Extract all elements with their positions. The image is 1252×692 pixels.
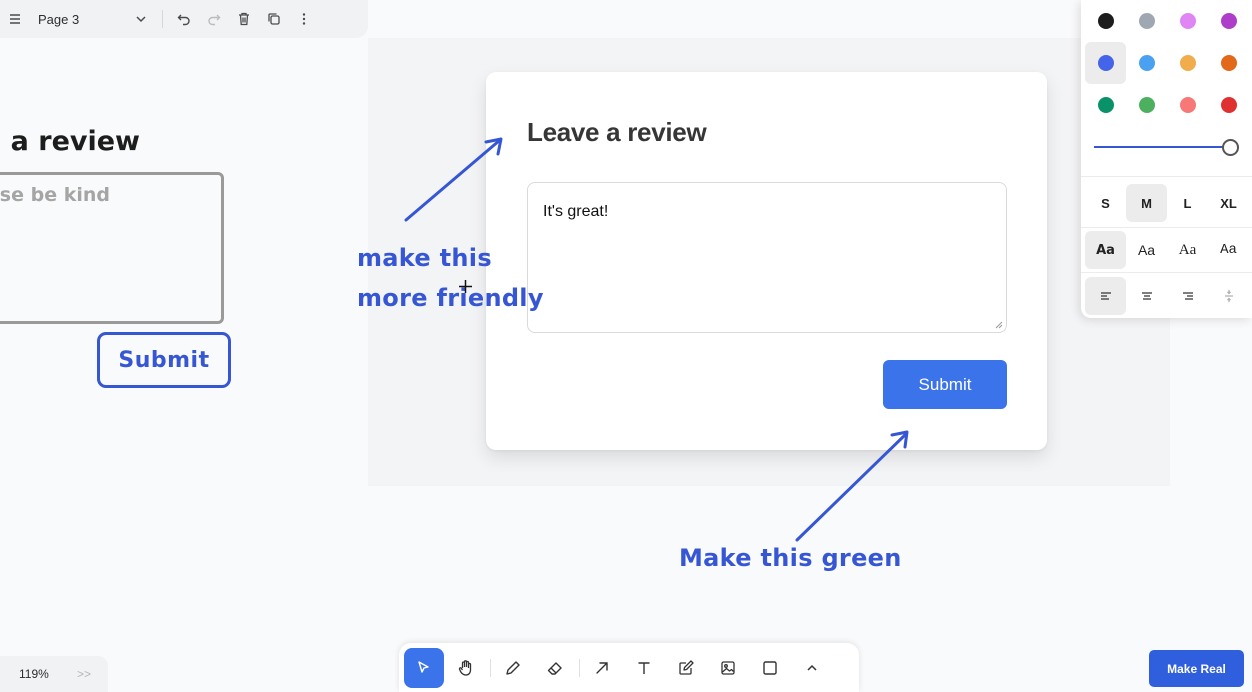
- color-swatch-light-blue[interactable]: [1126, 42, 1167, 84]
- color-swatch-red[interactable]: [1208, 84, 1249, 126]
- color-swatch-blue[interactable]: [1085, 42, 1126, 84]
- color-swatch-grey[interactable]: [1126, 0, 1167, 42]
- select-icon[interactable]: [404, 647, 444, 688]
- font-option-draw[interactable]: Aa: [1085, 231, 1126, 269]
- toolbar-divider: [490, 658, 491, 677]
- size-options: S M L XL: [1085, 184, 1249, 222]
- review-card[interactable]: Leave a review It's great! Submit: [486, 72, 1047, 450]
- sketch-submit-button[interactable]: Submit: [97, 332, 231, 388]
- color-swatch-light-red[interactable]: [1167, 84, 1208, 126]
- color-swatch-orange[interactable]: [1208, 42, 1249, 84]
- crosshair-cursor-icon: [459, 280, 472, 293]
- hand-icon[interactable]: [446, 648, 486, 688]
- annotation-friendly-line1[interactable]: make this: [357, 240, 492, 276]
- color-dot: [1179, 97, 1196, 113]
- card-title: Leave a review: [527, 117, 707, 147]
- color-dot: [1097, 97, 1114, 113]
- undo-icon[interactable]: [169, 4, 199, 34]
- color-dot: [1179, 55, 1196, 71]
- submit-button[interactable]: Submit: [883, 360, 1007, 409]
- minimap-toggle[interactable]: >>: [77, 667, 91, 681]
- align-options: [1085, 277, 1249, 315]
- align-center-icon[interactable]: [1126, 277, 1167, 315]
- size-option-l[interactable]: L: [1167, 184, 1208, 222]
- chevron-up-icon[interactable]: [792, 648, 832, 688]
- color-swatch-light-green[interactable]: [1126, 84, 1167, 126]
- review-text: It's great!: [543, 203, 609, 220]
- color-dot: [1179, 13, 1196, 29]
- color-swatch-black[interactable]: [1085, 0, 1126, 42]
- color-dot: [1220, 55, 1237, 71]
- color-dot: [1220, 13, 1237, 29]
- zoom-bar: 119% >>: [0, 656, 108, 692]
- zoom-level[interactable]: 119%: [19, 667, 59, 681]
- color-dot: [1138, 97, 1155, 113]
- tool-toolbar: [399, 643, 859, 692]
- resize-grip-icon[interactable]: [994, 320, 1003, 329]
- menu-divider: [162, 10, 163, 28]
- media-icon[interactable]: [708, 648, 748, 688]
- align-right-icon[interactable]: [1167, 277, 1208, 315]
- color-dot: [1097, 55, 1114, 71]
- toolbar-divider: [579, 658, 580, 677]
- color-swatch-green[interactable]: [1085, 84, 1126, 126]
- font-options: Aa Aa Aa Aa: [1085, 231, 1249, 269]
- color-swatch-light-violet[interactable]: [1167, 0, 1208, 42]
- style-panel: S M L XL Aa Aa Aa Aa: [1081, 0, 1252, 318]
- font-option-serif[interactable]: Aa: [1167, 231, 1208, 269]
- annotation-green[interactable]: Make this green: [679, 540, 902, 576]
- align-left-icon[interactable]: [1085, 277, 1126, 315]
- page-menu-bar: Page 3: [0, 0, 368, 38]
- color-swatch-violet[interactable]: [1208, 0, 1249, 42]
- panel-divider: [1081, 227, 1252, 228]
- make-real-button[interactable]: Make Real: [1149, 650, 1244, 687]
- annotation-friendly-line2[interactable]: more friendly: [357, 280, 544, 316]
- review-textarea[interactable]: It's great!: [527, 182, 1007, 333]
- size-option-xl[interactable]: XL: [1208, 184, 1249, 222]
- font-option-sans[interactable]: Aa: [1126, 231, 1167, 269]
- panel-divider: [1081, 272, 1252, 273]
- color-dot: [1097, 13, 1114, 29]
- color-swatch-yellow[interactable]: [1167, 42, 1208, 84]
- color-dot: [1138, 55, 1155, 71]
- sketch-placeholder: Please be kind...: [0, 184, 110, 206]
- draw-icon[interactable]: [493, 648, 533, 688]
- page-name[interactable]: Page 3: [38, 12, 126, 27]
- duplicate-icon[interactable]: [259, 4, 289, 34]
- align-vertical-icon[interactable]: [1208, 277, 1249, 315]
- more-vertical-icon[interactable]: [289, 4, 319, 34]
- trash-icon[interactable]: [229, 4, 259, 34]
- note-icon[interactable]: [666, 648, 706, 688]
- eraser-icon[interactable]: [535, 648, 575, 688]
- opacity-slider-track[interactable]: [1094, 146, 1224, 148]
- size-option-s[interactable]: S: [1085, 184, 1126, 222]
- arrow-icon[interactable]: [582, 648, 622, 688]
- color-dot: [1220, 97, 1237, 113]
- color-dot: [1138, 13, 1155, 29]
- sketch-title[interactable]: Leave a review: [0, 126, 140, 157]
- panel-divider: [1081, 176, 1252, 177]
- text-icon[interactable]: [624, 648, 664, 688]
- size-option-m[interactable]: M: [1126, 184, 1167, 222]
- opacity-slider-thumb[interactable]: [1222, 139, 1239, 156]
- chevron-down-icon[interactable]: [126, 4, 156, 34]
- color-swatch-grid: [1085, 0, 1249, 126]
- rectangle-icon[interactable]: [750, 648, 790, 688]
- redo-icon[interactable]: [199, 4, 229, 34]
- font-option-mono[interactable]: Aa: [1208, 231, 1249, 269]
- hamburger-menu-icon[interactable]: [0, 4, 30, 34]
